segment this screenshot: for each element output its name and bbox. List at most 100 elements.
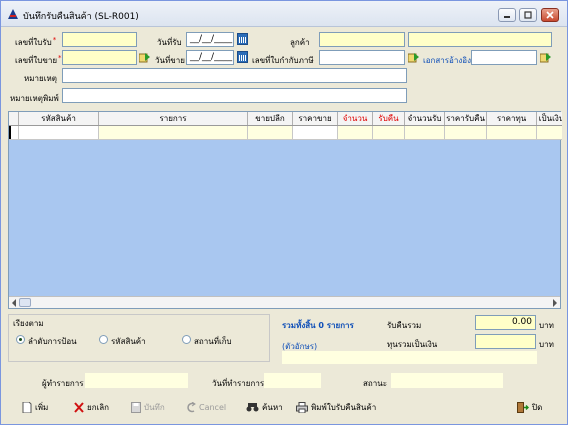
cost-total-value [475, 334, 536, 349]
grid-col-retail[interactable]: ขายปลีก [248, 112, 293, 125]
grid-col-returned[interactable]: รับคืน [373, 112, 405, 125]
currency-unit: บาท [539, 340, 554, 349]
close-icon [546, 11, 554, 19]
sale-no-input[interactable] [62, 50, 137, 65]
save-icon [131, 401, 141, 413]
print-note-input[interactable] [62, 88, 407, 103]
customer-code-input[interactable] [319, 32, 405, 47]
new-document-icon [22, 401, 32, 413]
row-selector[interactable] [9, 126, 19, 139]
add-button-label: เพิ่ม [35, 402, 49, 412]
print-button-label: พิมพ์ใบรับคืนสินค้า [311, 402, 377, 412]
status-value [391, 373, 503, 388]
cross-icon [74, 401, 84, 413]
sort-option-label[interactable]: รหัสสินค้า [111, 335, 146, 348]
table-row[interactable] [9, 126, 562, 140]
sort-option-label[interactable]: สถานที่เก็บ [194, 335, 232, 348]
sort-by-location-radio[interactable] [182, 335, 191, 344]
maximize-icon [524, 11, 532, 19]
cell-description[interactable] [99, 126, 248, 139]
tax-invoice-input[interactable] [319, 50, 405, 65]
app-logo-icon [8, 9, 18, 19]
add-button[interactable]: เพิ่ม [22, 398, 48, 416]
ref-doc-label: เอกสารอ้างอิง [423, 56, 471, 65]
search-button[interactable]: ค้นหา [246, 398, 283, 416]
note-label: หมายเหตุ [24, 74, 57, 83]
total-items-text: รวมทั้งสิ้น 0 รายการ [282, 321, 354, 330]
cell-cost[interactable] [487, 126, 537, 139]
print-button[interactable]: พิมพ์ใบรับคืนสินค้า [296, 398, 376, 416]
lookup-icon[interactable] [540, 52, 552, 63]
receipt-no-label: เลขที่ใบรับ [15, 36, 56, 49]
grid-col-selector [9, 112, 19, 125]
calendar-icon[interactable] [237, 51, 248, 63]
sale-date-input[interactable]: __/__/____ [186, 50, 234, 65]
exit-door-icon [517, 401, 529, 413]
return-goods-window: บันทึกรับคืนสินค้า (SL-R001) เลขที่ใบรับ… [0, 0, 568, 425]
grid-col-product-code[interactable]: รหัสสินค้า [19, 112, 99, 125]
amount-words-value [282, 351, 537, 364]
sort-option-label[interactable]: ลำดับการป้อน [28, 335, 77, 348]
sort-by-entry-radio[interactable] [16, 335, 25, 344]
grid-col-received-qty[interactable]: จำนวนรับ [405, 112, 445, 125]
scroll-right-icon[interactable] [552, 299, 558, 307]
sale-no-label: เลขที่ใบขาย [15, 54, 62, 67]
print-note-label: หมายเหตุพิมพ์ [10, 94, 59, 103]
search-button-label: ค้นหา [262, 402, 283, 412]
cell-returned[interactable] [373, 126, 405, 139]
cell-product-code[interactable] [19, 126, 99, 139]
ref-doc-input[interactable] [471, 50, 537, 65]
items-grid[interactable]: รหัสสินค้า รายการ ขายปลีก ราคาขาย จำนวน … [8, 111, 562, 309]
grid-col-sale-price[interactable]: ราคาขาย [293, 112, 338, 125]
save-button[interactable]: บันทึก [131, 398, 165, 416]
cell-quantity[interactable] [338, 126, 373, 139]
grid-col-description[interactable]: รายการ [99, 112, 248, 125]
tax-invoice-label: เลขที่ใบกำกับภาษี [252, 56, 314, 65]
grid-col-amount[interactable]: เป็นเงิน [537, 112, 562, 125]
scroll-left-icon[interactable] [11, 299, 17, 307]
cancel-button[interactable]: Cancel [186, 398, 226, 416]
lookup-icon[interactable] [139, 52, 151, 63]
lookup-icon[interactable] [408, 52, 420, 63]
cell-received-qty[interactable] [405, 126, 445, 139]
receipt-date-label: วันที่รับ [157, 38, 182, 47]
sort-by-code-radio[interactable] [99, 335, 108, 344]
grid-col-return-price[interactable]: ราคารับคืน [445, 112, 487, 125]
cell-retail[interactable] [248, 126, 293, 139]
horizontal-scrollbar[interactable] [9, 296, 560, 308]
operation-date-label: วันที่ทำรายการ [212, 379, 265, 388]
calendar-icon[interactable] [237, 33, 248, 45]
maximize-button[interactable] [519, 8, 537, 22]
undo-button-label: ยกเลิก [87, 402, 110, 412]
save-button-label: บันทึก [144, 402, 165, 412]
cell-return-price[interactable] [445, 126, 487, 139]
operation-date-value [264, 373, 321, 388]
status-label: สถานะ [363, 379, 387, 388]
operator-value [85, 373, 188, 388]
currency-unit: บาท [539, 321, 554, 330]
customer-name-input[interactable] [408, 32, 552, 47]
cost-total-label: ทุนรวมเป็นเงิน [387, 340, 438, 349]
undo-icon [187, 401, 196, 412]
close-window-button[interactable] [541, 8, 559, 22]
operator-label: ผู้ทำรายการ [42, 379, 84, 388]
customer-label: ลูกค้า [290, 38, 310, 47]
binoculars-icon [246, 402, 259, 411]
receipt-no-input[interactable] [62, 32, 137, 47]
return-total-label: รับคืนรวม [387, 321, 422, 330]
minimize-button[interactable] [498, 8, 516, 22]
cell-sale-price[interactable] [293, 126, 338, 139]
cell-amount[interactable] [537, 126, 562, 139]
grid-col-quantity[interactable]: จำนวน [338, 112, 373, 125]
scrollbar-thumb[interactable] [19, 298, 31, 307]
sort-title: เรียงตาม [13, 319, 44, 328]
printer-icon [296, 401, 308, 413]
grid-col-cost[interactable]: ราคาทุน [487, 112, 537, 125]
receipt-date-input[interactable]: __/__/____ [186, 32, 234, 47]
minimize-icon [504, 16, 510, 18]
title-bar: บันทึกรับคืนสินค้า (SL-R001) [1, 1, 567, 27]
undo-button[interactable]: ยกเลิก [74, 398, 109, 416]
close-button-label: ปิด [532, 402, 543, 412]
close-button[interactable]: ปิด [517, 398, 542, 416]
note-input[interactable] [62, 68, 407, 83]
